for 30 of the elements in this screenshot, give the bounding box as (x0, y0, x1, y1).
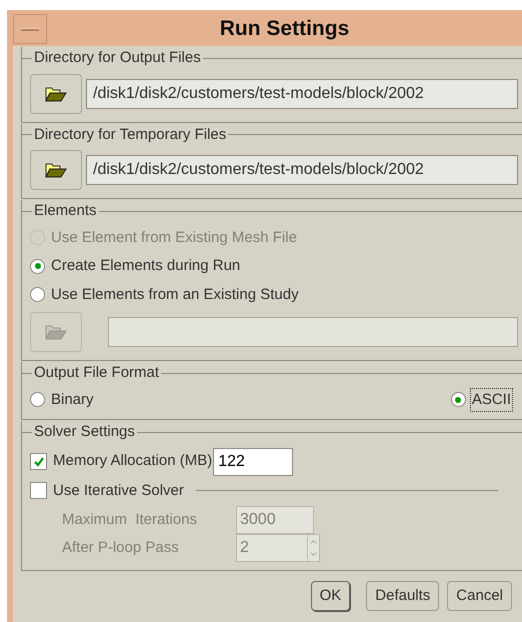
radio-button[interactable] (30, 258, 45, 274)
radio-button[interactable] (30, 392, 45, 408)
dialog-button[interactable]: Cancel (447, 581, 512, 611)
field-label: After P-loop Pass (62, 538, 180, 558)
dialog-button[interactable]: OK (310, 581, 350, 611)
radio-label: Use Elements from an Existing Study (51, 284, 299, 304)
radio-label: Create Elements during Run (51, 256, 240, 276)
dialog-button[interactable]: Defaults (366, 581, 440, 611)
window-title: Run Settings (218, 16, 350, 42)
checkbox[interactable] (30, 482, 47, 500)
browse-button[interactable] (30, 150, 82, 190)
radio-button[interactable] (30, 287, 45, 302)
checkbox-label: Use Iterative Solver (53, 480, 184, 500)
radio-button[interactable] (450, 392, 466, 408)
radio-label: Binary (50, 390, 95, 410)
folder-icon (45, 86, 67, 102)
radio-label: Use Element from Existing Mesh File (51, 228, 297, 248)
path-field[interactable] (108, 317, 518, 347)
memory-field[interactable]: 122 (213, 448, 294, 476)
checkbox-label: Memory Allocation (MB) (53, 451, 212, 472)
path-field[interactable]: /disk1/disk2/customers/test-models/block/2002 (86, 155, 518, 185)
radio-label: ASCII (470, 388, 512, 411)
folder-icon (45, 162, 67, 178)
field-label: Maximum Iterations (62, 510, 198, 530)
folder-icon (45, 324, 67, 340)
minus-icon (21, 28, 39, 30)
checkbox[interactable] (30, 453, 47, 470)
path-field[interactable]: /disk1/disk2/customers/test-models/block/2002 (86, 78, 518, 108)
browse-button[interactable] (30, 74, 82, 114)
window-menu-button[interactable] (13, 14, 47, 44)
